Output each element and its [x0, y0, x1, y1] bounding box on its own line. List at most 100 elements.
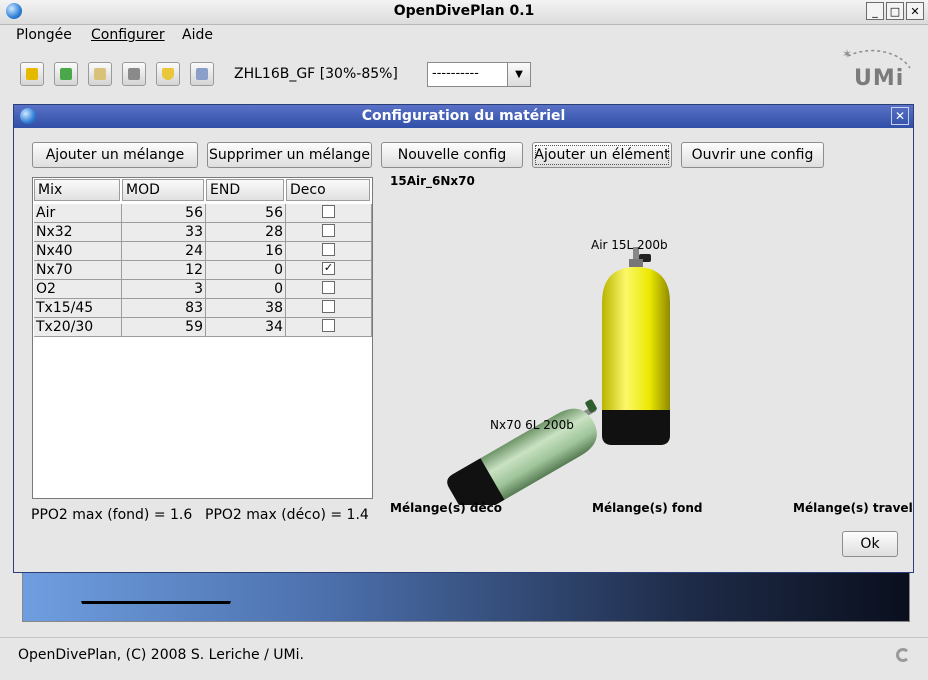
- deco-cell: [286, 299, 372, 317]
- table-row[interactable]: Nx40 24 16: [34, 242, 372, 261]
- tanks-drawing: [444, 247, 670, 505]
- menu-plongee[interactable]: Plongée: [16, 27, 72, 43]
- maximize-button[interactable]: □: [886, 2, 904, 20]
- home-button[interactable]: [20, 62, 44, 86]
- refresh-icon: [60, 68, 72, 80]
- nx70-tank-label: Nx70 6L 200b: [490, 418, 574, 432]
- minimize-button[interactable]: _: [866, 2, 884, 20]
- umi-logo: ✶ UMi: [838, 44, 918, 100]
- column-header-end[interactable]: END: [206, 179, 284, 201]
- nx70-tank[interactable]: [444, 395, 613, 505]
- mix-cell[interactable]: Nx32: [34, 223, 122, 241]
- deco-checkbox[interactable]: [322, 319, 335, 332]
- shield-icon: [162, 68, 174, 80]
- document-button[interactable]: [190, 62, 214, 86]
- statusbar: OpenDivePlan, (C) 2008 S. Leriche / UMi.: [0, 637, 928, 680]
- remove-mix-button[interactable]: Supprimer un mélange: [207, 142, 372, 168]
- table-body: Air 56 56 Nx32 33 28 Nx40 24 16 Nx70 12 0 ✓ O2 3 0 Tx15/…: [34, 204, 372, 337]
- ppo2-max-bottom: PPO2 max (fond) = 1.6: [31, 507, 193, 523]
- deco-cell: ✓: [286, 261, 372, 279]
- open-config-button[interactable]: Ouvrir une config: [681, 142, 824, 168]
- chevron-down-icon[interactable]: ▼: [507, 63, 530, 86]
- menu-configurer[interactable]: Configurer: [91, 27, 165, 43]
- mix-cell[interactable]: Nx40: [34, 242, 122, 260]
- add-mix-button[interactable]: Ajouter un mélange: [32, 142, 198, 168]
- mod-cell[interactable]: 24: [122, 242, 206, 260]
- window-title: OpenDivePlan 0.1: [393, 3, 535, 19]
- table-row[interactable]: Tx20/30 59 34: [34, 318, 372, 337]
- mix-cell[interactable]: Nx70: [34, 261, 122, 279]
- deco-cell: [286, 204, 372, 222]
- stop-icon: [128, 68, 140, 80]
- deco-checkbox[interactable]: [322, 205, 335, 218]
- table-row[interactable]: Nx70 12 0 ✓: [34, 261, 372, 280]
- menubar: Plongée Configurer Aide: [0, 24, 928, 46]
- bottom-mix-section: Mélange(s) fond: [592, 501, 703, 515]
- mix-cell[interactable]: O2: [34, 280, 122, 298]
- mod-cell[interactable]: 59: [122, 318, 206, 336]
- mix-cell[interactable]: Air: [34, 204, 122, 222]
- window-titlebar: OpenDivePlan 0.1 _ □ ✕: [0, 0, 928, 25]
- travel-mix-section: Mélange(s) travel: [793, 501, 913, 515]
- end-cell[interactable]: 56: [206, 204, 286, 222]
- add-element-button[interactable]: Ajouter un élément: [532, 142, 672, 168]
- mod-cell[interactable]: 83: [122, 299, 206, 317]
- close-button[interactable]: ✕: [906, 2, 924, 20]
- svg-text:✶: ✶: [842, 47, 852, 61]
- deco-checkbox[interactable]: [322, 243, 335, 256]
- dialog-titlebar: Configuration du matériel ✕: [14, 105, 913, 128]
- end-cell[interactable]: 16: [206, 242, 286, 260]
- column-header-mod[interactable]: MOD: [122, 179, 204, 201]
- refresh-button[interactable]: [54, 62, 78, 86]
- profile-select[interactable]: ---------- ▼: [427, 62, 531, 87]
- dialog-close-button[interactable]: ✕: [891, 107, 909, 125]
- mod-cell[interactable]: 12: [122, 261, 206, 279]
- mix-cell[interactable]: Tx15/45: [34, 299, 122, 317]
- table-header: Mix MOD END Deco: [34, 179, 372, 201]
- end-cell[interactable]: 0: [206, 261, 286, 279]
- deco-cell: [286, 318, 372, 336]
- deco-checkbox[interactable]: [322, 281, 335, 294]
- profile-select-value: ----------: [432, 66, 479, 81]
- deco-mix-section: Mélange(s) déco: [390, 501, 502, 515]
- edit-icon: [94, 68, 106, 80]
- mod-cell[interactable]: 56: [122, 204, 206, 222]
- column-header-deco[interactable]: Deco: [286, 179, 370, 201]
- ppo2-max-deco: PPO2 max (déco) = 1.4: [205, 507, 369, 523]
- deco-cell: [286, 223, 372, 241]
- status-text: OpenDivePlan, (C) 2008 S. Leriche / UMi.: [18, 647, 304, 663]
- end-cell[interactable]: 34: [206, 318, 286, 336]
- mod-cell[interactable]: 33: [122, 223, 206, 241]
- dialog-title: Configuration du matériel: [361, 108, 566, 124]
- column-header-mix[interactable]: Mix: [34, 179, 120, 201]
- end-cell[interactable]: 38: [206, 299, 286, 317]
- air-tank[interactable]: [602, 247, 670, 445]
- deco-cell: [286, 280, 372, 298]
- new-config-button[interactable]: Nouvelle config: [381, 142, 523, 168]
- deco-checkbox[interactable]: [322, 224, 335, 237]
- stop-button[interactable]: [122, 62, 146, 86]
- ok-button[interactable]: Ok: [842, 531, 898, 557]
- table-row[interactable]: O2 3 0: [34, 280, 372, 299]
- mod-cell[interactable]: 3: [122, 280, 206, 298]
- table-row[interactable]: Nx32 33 28: [34, 223, 372, 242]
- document-icon: [196, 68, 208, 80]
- toolbar: ZHL16B_GF [30%-85%] ---------- ▼: [0, 52, 928, 96]
- deco-cell: [286, 242, 372, 260]
- menu-aide[interactable]: Aide: [182, 27, 213, 43]
- air-tank-label: Air 15L 200b: [591, 238, 668, 252]
- deco-checkbox[interactable]: [322, 300, 335, 313]
- mix-table: Mix MOD END Deco Air 56 56 Nx32 33 28 Nx40 24 16…: [32, 177, 373, 499]
- config-name: 15Air_6Nx70: [390, 174, 475, 188]
- deco-checkbox[interactable]: ✓: [322, 262, 335, 275]
- home-icon: [26, 68, 38, 80]
- loading-spinner-icon: [896, 648, 910, 662]
- table-row[interactable]: Air 56 56: [34, 204, 372, 223]
- end-cell[interactable]: 0: [206, 280, 286, 298]
- mix-cell[interactable]: Tx20/30: [34, 318, 122, 336]
- edit-button[interactable]: [88, 62, 112, 86]
- end-cell[interactable]: 28: [206, 223, 286, 241]
- equipment-config-dialog: Configuration du matériel ✕ Ajouter un m…: [13, 104, 914, 573]
- shield-button[interactable]: [156, 62, 180, 86]
- table-row[interactable]: Tx15/45 83 38: [34, 299, 372, 318]
